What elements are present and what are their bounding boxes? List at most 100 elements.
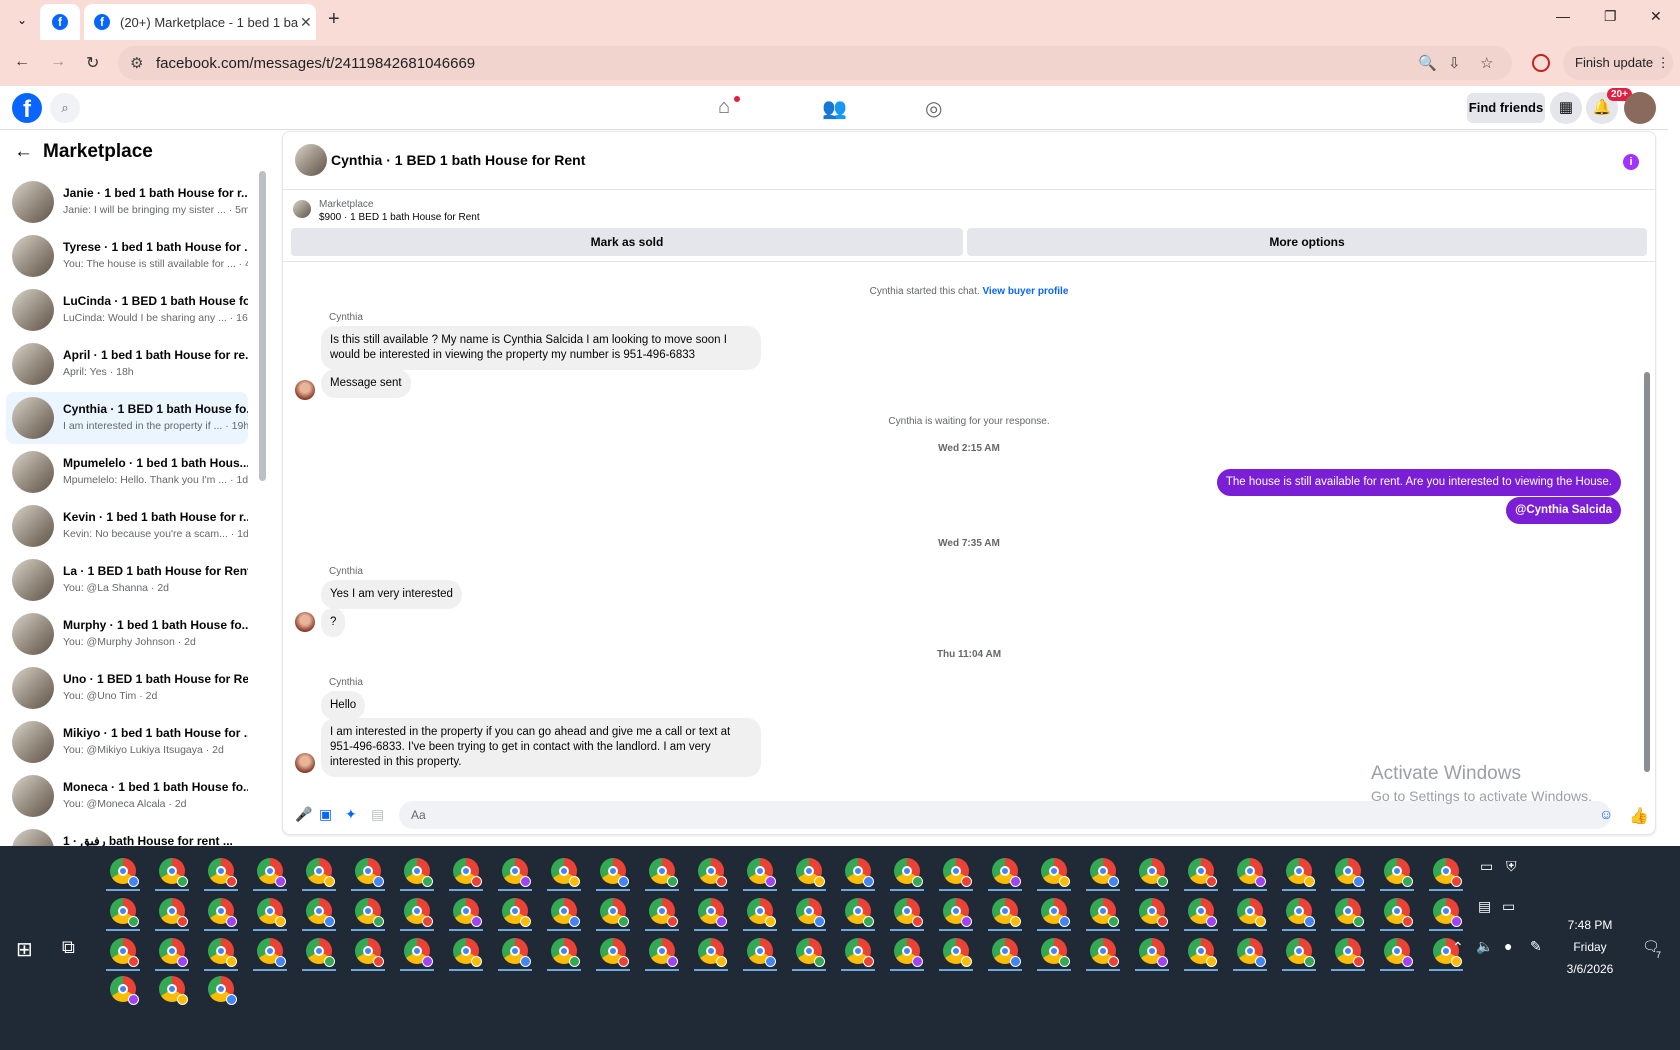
sidebar-scrollbar[interactable]	[259, 171, 266, 831]
chrome-taskbar-icon[interactable]	[306, 898, 335, 927]
chrome-taskbar-icon[interactable]	[1090, 938, 1119, 967]
pinned-tab-facebook[interactable]: f	[40, 4, 80, 40]
chrome-taskbar-icon[interactable]	[600, 938, 629, 967]
chrome-taskbar-icon[interactable]	[992, 898, 1021, 927]
sender-avatar[interactable]	[295, 753, 315, 773]
chat-avatar[interactable]	[295, 144, 327, 176]
chrome-taskbar-icon[interactable]	[404, 898, 433, 927]
chrome-taskbar-icon[interactable]	[649, 938, 678, 967]
clock-time[interactable]: 7:48 PM	[1535, 918, 1645, 932]
chrome-taskbar-icon[interactable]	[1384, 938, 1413, 967]
find-friends-button[interactable]: Find friends	[1467, 93, 1545, 123]
chat-title[interactable]: Cynthia · 1 BED 1 bath House for Rent	[331, 152, 585, 168]
photo-icon[interactable]: ▣	[319, 806, 332, 823]
conversation-item[interactable]: Cynthia · 1 BED 1 bath House fo... I am i…	[6, 392, 248, 444]
profile-icon[interactable]	[1532, 54, 1550, 72]
close-window-button[interactable]: ✕	[1650, 8, 1662, 25]
chrome-taskbar-icon[interactable]	[747, 898, 776, 927]
install-app-icon[interactable]: ⇩	[1448, 54, 1461, 72]
chrome-taskbar-icon[interactable]	[257, 858, 286, 887]
conversation-item[interactable]: LuCinda · 1 BED 1 bath House fo... LuCind…	[6, 284, 248, 336]
chrome-taskbar-icon[interactable]	[894, 938, 923, 967]
chrome-taskbar-icon[interactable]	[502, 938, 531, 967]
chrome-taskbar-icon[interactable]	[1433, 898, 1462, 927]
show-hidden-icons-chevron-icon[interactable]: ⌃	[1452, 939, 1464, 956]
microphone-icon[interactable]: 🎤	[295, 806, 312, 823]
chrome-taskbar-icon[interactable]	[257, 898, 286, 927]
conversation-item[interactable]: Mpumelelo · 1 bed 1 bath Hous... Mpumelel…	[6, 446, 248, 498]
chrome-taskbar-icon[interactable]	[110, 976, 139, 1005]
conversation-item[interactable]: April · 1 bed 1 bath House for re... Apri…	[6, 338, 248, 390]
chrome-taskbar-icon[interactable]	[894, 898, 923, 927]
meet-now-icon[interactable]: ▭	[1480, 858, 1493, 875]
sticker-icon[interactable]: ✦	[345, 806, 357, 823]
recording-icon[interactable]: ●	[1504, 938, 1512, 954]
network-icon[interactable]: ▤	[1478, 898, 1491, 915]
chrome-taskbar-icon[interactable]	[159, 858, 188, 887]
chrome-taskbar-icon[interactable]	[943, 898, 972, 927]
chrome-taskbar-icon[interactable]	[894, 858, 923, 887]
groups-icon[interactable]: ◎	[925, 96, 942, 121]
chrome-taskbar-icon[interactable]	[1335, 858, 1364, 887]
chrome-taskbar-icon[interactable]	[747, 858, 776, 887]
forward-button[interactable]: →	[50, 53, 66, 71]
chrome-taskbar-icon[interactable]	[796, 938, 825, 967]
chrome-taskbar-icon[interactable]	[649, 898, 678, 927]
minimize-button[interactable]: —	[1556, 8, 1570, 24]
chrome-taskbar-icon[interactable]	[159, 898, 188, 927]
conversation-item[interactable]: Moneca · 1 bed 1 bath House fo... You: @M…	[6, 770, 248, 822]
chrome-taskbar-icon[interactable]	[649, 858, 678, 887]
sender-avatar[interactable]	[295, 612, 315, 632]
chrome-taskbar-icon[interactable]	[1188, 858, 1217, 887]
task-view-icon[interactable]: ⧉	[62, 937, 75, 958]
chrome-taskbar-icon[interactable]	[404, 938, 433, 967]
back-arrow-icon[interactable]: ←	[14, 141, 33, 162]
chrome-taskbar-icon[interactable]	[453, 898, 482, 927]
chrome-taskbar-icon[interactable]	[208, 898, 237, 927]
chrome-taskbar-icon[interactable]	[159, 976, 188, 1005]
more-options-button[interactable]: More options	[967, 228, 1647, 256]
chrome-taskbar-icon[interactable]	[551, 858, 580, 887]
conversation-item[interactable]: Mikiyo · 1 bed 1 bath House for ... You: …	[6, 716, 248, 768]
chrome-taskbar-icon[interactable]	[355, 858, 384, 887]
chrome-taskbar-icon[interactable]	[551, 938, 580, 967]
chrome-taskbar-icon[interactable]	[1237, 898, 1266, 927]
chrome-taskbar-icon[interactable]	[796, 898, 825, 927]
chrome-taskbar-icon[interactable]	[1237, 938, 1266, 967]
browser-tab-active[interactable]: f (20+) Marketplace - 1 bed 1 ba ✕	[84, 4, 316, 40]
chrome-taskbar-icon[interactable]	[845, 938, 874, 967]
finish-update-button[interactable]: Finish update ⋮	[1563, 46, 1673, 80]
display-icon[interactable]: ▭	[1502, 898, 1515, 915]
chrome-taskbar-icon[interactable]	[1188, 938, 1217, 967]
chrome-taskbar-icon[interactable]	[110, 938, 139, 967]
volume-icon[interactable]: 🔈	[1476, 938, 1493, 955]
sidebar-scroll-thumb[interactable]	[259, 171, 266, 481]
bookmark-star-icon[interactable]: ☆	[1480, 54, 1493, 72]
listing-thumbnail[interactable]	[293, 200, 311, 218]
chrome-taskbar-icon[interactable]	[502, 858, 531, 887]
chrome-taskbar-icon[interactable]	[159, 938, 188, 967]
new-tab-button[interactable]: +	[328, 8, 340, 31]
chrome-taskbar-icon[interactable]	[1139, 898, 1168, 927]
chrome-taskbar-icon[interactable]	[1090, 898, 1119, 927]
search-icon[interactable]: ⌕	[50, 93, 80, 123]
chrome-taskbar-icon[interactable]	[1237, 858, 1266, 887]
conversation-item[interactable]: Tyrese · 1 bed 1 bath House for ... You: …	[6, 230, 248, 282]
chrome-taskbar-icon[interactable]	[845, 858, 874, 887]
chrome-taskbar-icon[interactable]	[355, 938, 384, 967]
chrome-taskbar-icon[interactable]	[845, 898, 874, 927]
chrome-taskbar-icon[interactable]	[1041, 938, 1070, 967]
chrome-taskbar-icon[interactable]	[404, 858, 433, 887]
url-text[interactable]: facebook.com/messages/t/2411984268104666…	[156, 55, 475, 72]
windows-start-icon[interactable]: ⊞	[16, 937, 33, 962]
chrome-taskbar-icon[interactable]	[1286, 898, 1315, 927]
conversation-item[interactable]: Janie · 1 bed 1 bath House for r... Janie…	[6, 176, 248, 228]
sender-avatar[interactable]	[295, 380, 315, 400]
mark-as-sold-button[interactable]: Mark as sold	[291, 228, 963, 256]
view-buyer-profile-link[interactable]: View buyer profile	[982, 286, 1068, 297]
zoom-icon[interactable]: 🔍	[1418, 54, 1437, 72]
chrome-taskbar-icon[interactable]	[110, 898, 139, 927]
chrome-taskbar-icon[interactable]	[551, 898, 580, 927]
chrome-taskbar-icon[interactable]	[1335, 938, 1364, 967]
chrome-taskbar-icon[interactable]	[355, 898, 384, 927]
